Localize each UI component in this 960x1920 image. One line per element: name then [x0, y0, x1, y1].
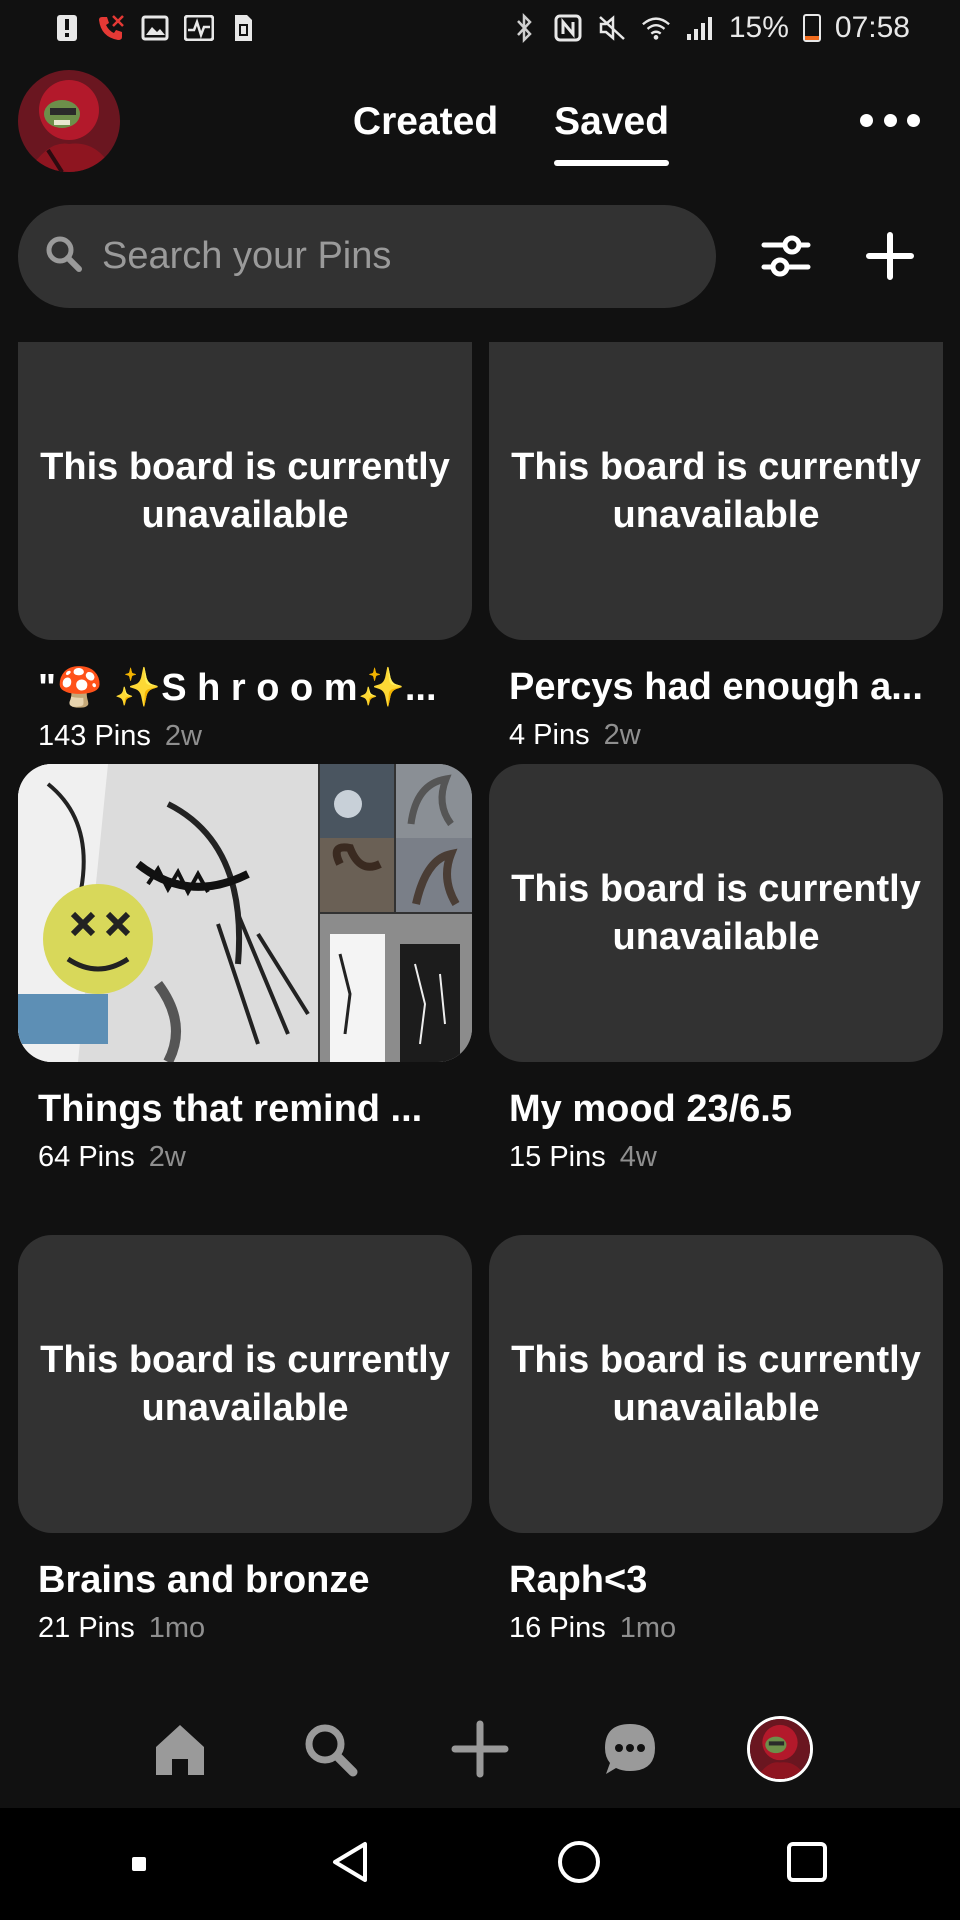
search-input[interactable]	[102, 235, 662, 278]
cover-image-pants	[320, 914, 472, 1062]
board-age: 1mo	[619, 1612, 677, 1644]
board-card[interactable]: This board is currently unavailable "🍄 ✨…	[18, 342, 472, 753]
recents-icon[interactable]	[785, 1840, 829, 1889]
alert-icon	[52, 13, 82, 43]
board-title: Brains and bronze	[38, 1559, 370, 1601]
status-right: 15% 07:58	[509, 11, 910, 45]
status-bar: 15% 07:58	[0, 0, 960, 56]
board-cover	[18, 764, 472, 1062]
board-meta: 4 Pins 2w	[509, 719, 943, 752]
board-meta: 15 Pins 4w	[509, 1141, 943, 1174]
unavailable-message: This board is currently unavailable	[40, 446, 450, 536]
system-nav-bar	[0, 1808, 960, 1920]
board-cover: This board is currently unavailable	[489, 764, 943, 1062]
board-card[interactable]: Things that remind ... 64 Pins 2w	[18, 764, 472, 1174]
cover-image-hoodie	[18, 764, 318, 1062]
cover-image-horns-1	[320, 764, 394, 912]
bluetooth-icon	[509, 13, 539, 43]
add-icon[interactable]	[858, 224, 922, 288]
board-age: 2w	[148, 1141, 186, 1173]
board-card[interactable]: This board is currently unavailable Brai…	[18, 1235, 472, 1645]
gallery-icon	[140, 13, 170, 43]
board-card[interactable]: This board is currently unavailable Perc…	[489, 342, 943, 752]
pin-count: 16 Pins	[509, 1612, 606, 1644]
board-title: "🍄 ✨S h r o o m✨...	[38, 667, 437, 709]
board-age: 2w	[164, 720, 202, 752]
board-age: 4w	[619, 1141, 657, 1173]
unavailable-message: This board is currently unavailable	[511, 868, 921, 958]
board-title: Raph<3	[509, 1559, 648, 1601]
profile-header: Created Saved	[0, 60, 960, 180]
unavailable-message: This board is currently unavailable	[40, 1339, 450, 1429]
pin-count: 15 Pins	[509, 1141, 606, 1173]
search-bar[interactable]	[18, 205, 716, 308]
profile-avatar[interactable]	[747, 1716, 813, 1782]
pin-count: 64 Pins	[38, 1141, 135, 1173]
board-card[interactable]: This board is currently unavailable Raph…	[489, 1235, 943, 1645]
board-cover: This board is currently unavailable	[489, 342, 943, 640]
board-meta: 16 Pins 1mo	[509, 1612, 943, 1645]
square-dot-icon[interactable]	[131, 1857, 146, 1871]
back-icon[interactable]	[329, 1840, 373, 1889]
more-dots-icon[interactable]	[860, 108, 920, 132]
board-collage	[18, 764, 472, 1062]
filter-icon[interactable]	[754, 224, 818, 288]
home-icon[interactable]	[147, 1716, 213, 1782]
activity-icon	[184, 13, 214, 43]
board-cover: This board is currently unavailable	[18, 342, 472, 640]
unavailable-message: This board is currently unavailable	[511, 446, 921, 536]
create-icon[interactable]	[447, 1716, 513, 1782]
board-cover: This board is currently unavailable	[489, 1235, 943, 1533]
battery-percent: 15%	[728, 11, 789, 44]
search-icon[interactable]	[297, 1716, 363, 1782]
board-cover: This board is currently unavailable	[18, 1235, 472, 1533]
board-title: My mood 23/6.5	[509, 1088, 792, 1130]
bottom-nav	[0, 1690, 960, 1808]
board-title: Percys had enough a...	[509, 666, 923, 708]
board-title: Things that remind ...	[38, 1088, 423, 1130]
missed-call-icon	[96, 13, 126, 43]
tab-saved[interactable]: Saved	[554, 100, 669, 166]
cover-image-horns-2	[396, 764, 472, 912]
board-age: 2w	[603, 719, 641, 751]
signal-icon	[685, 13, 715, 43]
pin-count: 21 Pins	[38, 1612, 135, 1644]
board-meta: 64 Pins 2w	[38, 1141, 472, 1174]
messages-icon[interactable]	[597, 1716, 663, 1782]
board-age: 1mo	[148, 1612, 206, 1644]
unavailable-message: This board is currently unavailable	[511, 1339, 921, 1429]
search-icon	[44, 234, 84, 279]
profile-tabs: Created Saved	[0, 100, 960, 166]
board-meta: 143 Pins 2w	[38, 720, 472, 753]
sim-icon	[228, 13, 258, 43]
board-card[interactable]: This board is currently unavailable My m…	[489, 764, 943, 1174]
pin-count: 4 Pins	[509, 719, 590, 751]
home-circle-icon[interactable]	[556, 1839, 602, 1890]
battery-icon	[802, 14, 821, 42]
nfc-icon	[553, 13, 583, 43]
clock: 07:58	[834, 11, 910, 44]
mute-icon	[597, 13, 627, 43]
tab-created[interactable]: Created	[353, 100, 498, 144]
pin-count: 143 Pins	[38, 720, 151, 752]
wifi-icon	[641, 13, 671, 43]
status-left	[52, 13, 258, 43]
board-meta: 21 Pins 1mo	[38, 1612, 472, 1645]
